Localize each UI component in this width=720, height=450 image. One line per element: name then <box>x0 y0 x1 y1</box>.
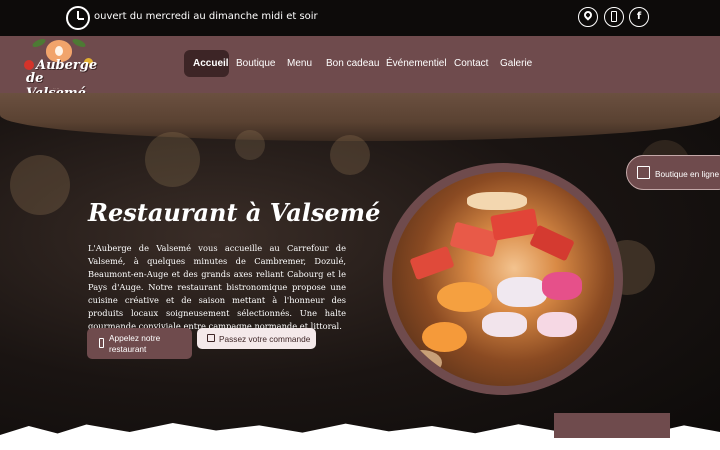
nav-item-menu[interactable]: Menu <box>287 58 312 69</box>
phone-icon <box>99 338 104 348</box>
fruit-slice <box>537 312 577 337</box>
order-button[interactable]: Passez votre commande <box>197 328 316 349</box>
fruit-slice <box>409 245 455 281</box>
nav-item-accueil[interactable]: Accueil <box>193 58 229 69</box>
flower-icon <box>24 60 34 70</box>
online-shop-label: Boutique en ligne <box>655 169 720 179</box>
nav-item-contact[interactable]: Contact <box>454 58 488 69</box>
order-button-label: Passez votre commande <box>219 334 311 344</box>
logo-subtext: ·· ·· <box>53 86 60 91</box>
nav-item-galerie[interactable]: Galerie <box>500 58 532 69</box>
online-shop-badge[interactable]: Boutique en ligne <box>626 155 720 190</box>
hero-description: L'Auberge de Valsemé vous accueille au C… <box>88 243 346 331</box>
bokeh-light <box>10 155 70 215</box>
fruit-slice <box>490 208 539 241</box>
nav-item-boutique[interactable]: Boutique <box>236 58 275 69</box>
call-restaurant-button[interactable]: Appelez notre restaurant <box>87 328 192 359</box>
fruit-slice <box>497 277 547 307</box>
call-button-label: Appelez notre restaurant <box>109 333 161 354</box>
location-pin-icon[interactable] <box>578 7 598 27</box>
fruit-slice <box>529 224 575 262</box>
logo[interactable]: Auberge de Valsemé ·· ·· <box>20 37 100 101</box>
fruit-slice <box>482 312 527 337</box>
fruit-slice <box>542 272 582 300</box>
fruit-slice <box>402 350 442 375</box>
phone-icon[interactable] <box>604 7 624 27</box>
leaf-icon <box>71 37 87 49</box>
facebook-icon[interactable]: f <box>629 7 649 27</box>
hero-title: Restaurant à Valsemé <box>88 198 381 227</box>
nav-item-bon-cadeau[interactable]: Bon cadeau <box>326 58 379 69</box>
food-image <box>392 172 614 386</box>
fruit-slice <box>422 322 467 352</box>
leaf-icon <box>31 37 47 49</box>
floating-bar[interactable] <box>554 413 670 438</box>
fruit-slice <box>467 192 527 210</box>
shop-icon <box>637 166 650 179</box>
clock-icon <box>66 6 90 30</box>
nav-item-evenementiel[interactable]: Événementiel <box>386 58 447 69</box>
opening-hours: ouvert du mercredi au dimanche midi et s… <box>94 11 318 22</box>
shopping-bag-icon <box>207 334 215 342</box>
bokeh-light <box>235 130 265 160</box>
bokeh-light <box>145 132 200 187</box>
fruit-slice <box>437 282 492 312</box>
bokeh-light <box>330 135 370 175</box>
